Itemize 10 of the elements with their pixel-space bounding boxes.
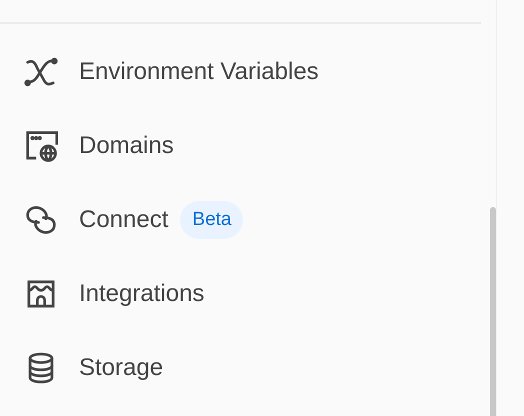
nav-item[interactable]: Domains [0,109,480,183]
variable-icon [24,55,58,89]
scrollbar-thumb[interactable] [490,207,496,416]
nav-item[interactable]: Storage [0,331,480,405]
nav-item[interactable]: Connect Beta [0,183,480,257]
nav-item[interactable]: Integrations [0,257,480,331]
link-icon [24,203,58,237]
globe-window-icon [24,129,58,163]
beta-badge: Beta [180,201,244,239]
nav-item[interactable]: Environment Variables [0,35,480,109]
